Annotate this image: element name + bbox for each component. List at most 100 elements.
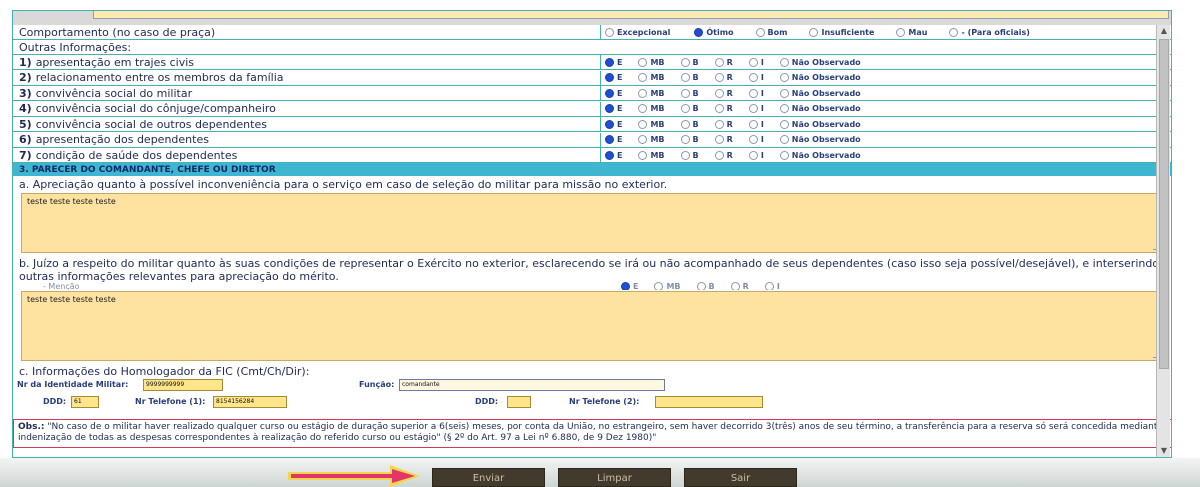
grade-option-i[interactable]: I xyxy=(748,73,764,82)
grade-option-nao-observado[interactable]: Não Observado xyxy=(779,88,861,98)
grade-option-mb[interactable]: MB xyxy=(638,88,665,98)
grade-option-b[interactable]: B xyxy=(680,150,699,160)
behavior-option-insuficiente[interactable]: Insuficiente xyxy=(809,27,874,37)
mencao-option-e[interactable]: E xyxy=(621,282,638,290)
grade-option-mb[interactable]: MB xyxy=(638,57,665,67)
radio-selected-icon[interactable] xyxy=(605,88,614,98)
grade-option-r[interactable]: R xyxy=(714,88,733,98)
tel2-input[interactable] xyxy=(655,396,763,408)
grade-option-mb[interactable]: MB xyxy=(638,73,665,82)
grade-option-i[interactable]: I xyxy=(748,119,764,129)
radio-empty-icon[interactable] xyxy=(748,119,758,129)
limpar-button[interactable]: Limpar xyxy=(558,468,671,487)
grade-option-b[interactable]: B xyxy=(680,135,699,144)
radio-empty-icon[interactable] xyxy=(748,57,758,67)
grade-option-mb[interactable]: MB xyxy=(638,135,665,144)
grade-option-i[interactable]: I xyxy=(748,150,764,160)
mencao-option-b[interactable]: B xyxy=(696,282,715,290)
radio-empty-icon[interactable] xyxy=(779,119,789,129)
radio-empty-icon[interactable] xyxy=(779,88,789,98)
mencao-option-i[interactable]: I xyxy=(764,282,780,290)
radio-empty-icon[interactable] xyxy=(755,27,765,37)
radio-empty-icon[interactable] xyxy=(714,57,724,67)
ddd1-input[interactable]: 61 xyxy=(71,396,99,408)
behavior-option-otimo[interactable]: Ótimo xyxy=(694,27,734,37)
grade-option-i[interactable]: I xyxy=(748,135,764,144)
answer-a-textarea[interactable]: teste teste teste teste xyxy=(21,193,1165,253)
ddd2-input[interactable] xyxy=(507,396,531,408)
grade-option-e[interactable]: E xyxy=(605,88,622,98)
radio-empty-icon[interactable] xyxy=(779,150,789,160)
radio-selected-icon[interactable] xyxy=(605,73,614,82)
grade-option-e[interactable]: E xyxy=(605,119,622,129)
radio-empty-icon[interactable] xyxy=(680,135,690,144)
radio-empty-icon[interactable] xyxy=(779,104,789,113)
radio-empty-icon[interactable] xyxy=(764,282,774,290)
radio-empty-icon[interactable] xyxy=(714,135,724,144)
grade-option-e[interactable]: E xyxy=(605,150,622,160)
grade-option-i[interactable]: I xyxy=(748,104,764,113)
scroll-down-icon[interactable]: ▼ xyxy=(1157,445,1171,457)
tel1-input[interactable]: 8154156284 xyxy=(213,396,287,408)
grade-option-r[interactable]: R xyxy=(714,73,733,82)
enviar-button[interactable]: Enviar xyxy=(432,468,545,487)
vertical-scrollbar[interactable]: ▲ ▼ xyxy=(1156,25,1170,457)
grade-option-nao-observado[interactable]: Não Observado xyxy=(779,57,861,67)
grade-option-nao-observado[interactable]: Não Observado xyxy=(779,73,861,82)
radio-empty-icon[interactable] xyxy=(714,150,724,160)
radio-empty-icon[interactable] xyxy=(638,57,648,67)
radio-empty-icon[interactable] xyxy=(638,104,648,113)
grade-option-e[interactable]: E xyxy=(605,135,622,144)
answer-b-textarea[interactable]: teste teste teste teste xyxy=(21,291,1165,361)
radio-empty-icon[interactable] xyxy=(680,104,690,113)
radio-empty-icon[interactable] xyxy=(730,282,740,290)
radio-empty-icon[interactable] xyxy=(809,27,819,37)
radio-empty-icon[interactable] xyxy=(714,88,724,98)
radio-empty-icon[interactable] xyxy=(680,150,690,160)
grade-option-e[interactable]: E xyxy=(605,73,622,82)
radio-empty-icon[interactable] xyxy=(748,150,758,160)
radio-empty-icon[interactable] xyxy=(638,73,648,82)
radio-empty-icon[interactable] xyxy=(896,27,906,37)
radio-empty-icon[interactable] xyxy=(638,135,648,144)
grade-option-mb[interactable]: MB xyxy=(638,104,665,113)
radio-empty-icon[interactable] xyxy=(714,73,724,82)
radio-empty-icon[interactable] xyxy=(680,88,690,98)
radio-empty-icon[interactable] xyxy=(748,73,758,82)
grade-option-nao-observado[interactable]: Não Observado xyxy=(779,104,861,113)
radio-selected-icon[interactable] xyxy=(605,150,614,160)
radio-empty-icon[interactable] xyxy=(654,282,664,290)
radio-empty-icon[interactable] xyxy=(680,73,690,82)
radio-selected-icon[interactable] xyxy=(605,119,614,129)
radio-selected-icon[interactable] xyxy=(605,57,614,67)
scroll-thumb[interactable] xyxy=(1159,39,1169,369)
grade-option-i[interactable]: I xyxy=(748,57,764,67)
grade-option-b[interactable]: B xyxy=(680,73,699,82)
radio-empty-icon[interactable] xyxy=(605,27,614,37)
grade-option-r[interactable]: R xyxy=(714,57,733,67)
sair-button[interactable]: Sair xyxy=(684,468,797,487)
radio-empty-icon[interactable] xyxy=(680,119,690,129)
radio-selected-icon[interactable] xyxy=(621,282,630,290)
grade-option-b[interactable]: B xyxy=(680,119,699,129)
grade-option-mb[interactable]: MB xyxy=(638,150,665,160)
identidade-input[interactable]: 9999999999 xyxy=(143,379,223,391)
mencao-option-r[interactable]: R xyxy=(730,282,749,290)
radio-empty-icon[interactable] xyxy=(638,88,648,98)
radio-empty-icon[interactable] xyxy=(949,27,959,37)
radio-empty-icon[interactable] xyxy=(696,282,706,290)
radio-empty-icon[interactable] xyxy=(748,88,758,98)
grade-option-r[interactable]: R xyxy=(714,150,733,160)
radio-selected-icon[interactable] xyxy=(605,135,614,144)
grade-option-b[interactable]: B xyxy=(680,104,699,113)
grade-option-r[interactable]: R xyxy=(714,135,733,144)
radio-empty-icon[interactable] xyxy=(779,73,789,82)
radio-empty-icon[interactable] xyxy=(748,135,758,144)
radio-empty-icon[interactable] xyxy=(748,104,758,113)
grade-option-nao-observado[interactable]: Não Observado xyxy=(779,119,861,129)
radio-empty-icon[interactable] xyxy=(680,57,690,67)
radio-empty-icon[interactable] xyxy=(779,57,789,67)
radio-empty-icon[interactable] xyxy=(714,119,724,129)
grade-option-r[interactable]: R xyxy=(714,119,733,129)
previous-textarea[interactable] xyxy=(93,11,1169,19)
